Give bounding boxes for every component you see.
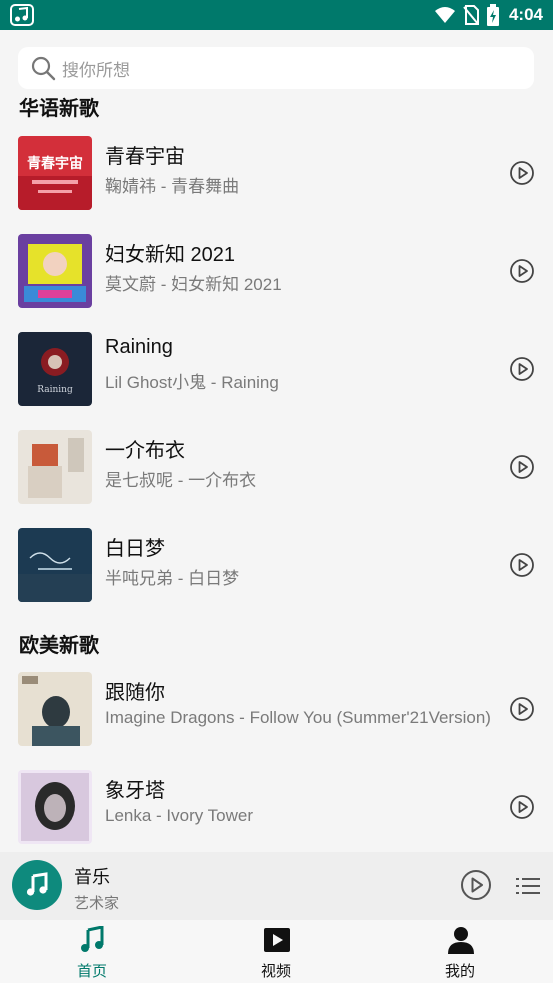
play-circle-icon[interactable] xyxy=(509,356,535,382)
song-title: 象牙塔 xyxy=(105,780,165,802)
music-note-icon xyxy=(81,926,104,952)
cover-title-text: Raining xyxy=(37,385,73,395)
album-cover xyxy=(18,430,92,504)
player-artist: 艺术家 xyxy=(74,895,120,912)
play-circle-icon[interactable] xyxy=(509,160,535,186)
song-title: 一介布衣 xyxy=(105,440,185,462)
album-cover: Raining xyxy=(18,332,92,406)
album-cover xyxy=(18,672,92,746)
song-subtitle: 鞠婧祎 - 青春舞曲 xyxy=(105,177,240,196)
song-subtitle: Lenka - Ivory Tower xyxy=(105,806,254,825)
song-row[interactable]: 青春宇宙 青春宇宙 鞠婧祎 - 青春舞曲 xyxy=(0,128,553,216)
player-cover xyxy=(12,860,62,910)
album-cover xyxy=(18,528,92,602)
cover-title-text: 青春宇宙 xyxy=(27,155,83,172)
song-title: 白日梦 xyxy=(105,538,165,560)
song-row[interactable]: 象牙塔 Lenka - Ivory Tower xyxy=(0,762,553,850)
song-title: 青春宇宙 xyxy=(105,146,185,168)
song-subtitle: Lil Ghost小鬼 - Raining xyxy=(105,373,279,392)
nav-label-profile: 我的 xyxy=(444,963,475,980)
song-row[interactable]: 跟随你 Imagine Dragons - Follow You (Summer… xyxy=(0,664,553,752)
wifi-icon xyxy=(434,7,455,23)
no-sim-icon xyxy=(463,5,479,25)
song-row[interactable]: 白日梦 半吨兄弟 - 白日梦 xyxy=(0,520,553,608)
nav-item-home[interactable]: 首页 xyxy=(32,920,152,983)
nav-item-video[interactable]: 视频 xyxy=(216,920,336,983)
nav-label-video: 视频 xyxy=(260,963,291,980)
play-circle-icon[interactable] xyxy=(509,258,535,284)
video-play-icon xyxy=(264,928,290,952)
section-title-chinese-new: 华语新歌 xyxy=(19,98,99,120)
song-subtitle: 半吨兄弟 - 白日梦 xyxy=(105,569,240,588)
mini-player[interactable]: 音乐 艺术家 xyxy=(0,852,553,920)
player-title: 音乐 xyxy=(74,867,110,887)
song-title: 跟随你 xyxy=(105,682,165,704)
search-input[interactable]: 搜你所想 xyxy=(18,47,534,89)
person-icon xyxy=(448,927,474,954)
play-circle-icon[interactable] xyxy=(509,552,535,578)
play-circle-icon[interactable] xyxy=(509,454,535,480)
song-subtitle: 莫文蔚 - 妇女新知 2021 xyxy=(105,275,282,294)
song-title: Raining xyxy=(105,336,173,358)
play-circle-icon[interactable] xyxy=(509,696,535,722)
song-title: 妇女新知 2021 xyxy=(105,244,236,266)
status-bar: 4:04 xyxy=(0,0,553,30)
song-row[interactable]: Raining Raining Lil Ghost小鬼 - Raining xyxy=(0,324,553,412)
status-time: 4:04 xyxy=(508,5,543,24)
section-title-western-new: 欧美新歌 xyxy=(19,635,99,657)
music-app-icon xyxy=(10,4,34,26)
music-note-icon xyxy=(26,872,48,896)
album-cover xyxy=(18,770,92,844)
nav-item-profile[interactable]: 我的 xyxy=(400,920,520,983)
nav-label-home: 首页 xyxy=(76,963,107,980)
playlist-icon[interactable] xyxy=(516,876,540,896)
play-circle-icon[interactable] xyxy=(509,794,535,820)
song-row[interactable]: 一介布衣 是七叔呢 - 一介布衣 xyxy=(0,422,553,510)
song-subtitle: Imagine Dragons - Follow You (Summer'21V… xyxy=(105,708,491,727)
search-placeholder: 搜你所想 xyxy=(62,60,130,80)
song-row[interactable]: 妇女新知 2021 莫文蔚 - 妇女新知 2021 xyxy=(0,226,553,314)
song-subtitle: 是七叔呢 - 一介布衣 xyxy=(105,471,257,490)
album-cover xyxy=(18,234,92,308)
bottom-nav: 首页 视频 我的 xyxy=(0,920,553,983)
album-cover: 青春宇宙 xyxy=(18,136,92,210)
player-play-icon[interactable] xyxy=(460,869,492,901)
search-icon xyxy=(31,56,56,81)
battery-charging-icon xyxy=(486,4,499,26)
